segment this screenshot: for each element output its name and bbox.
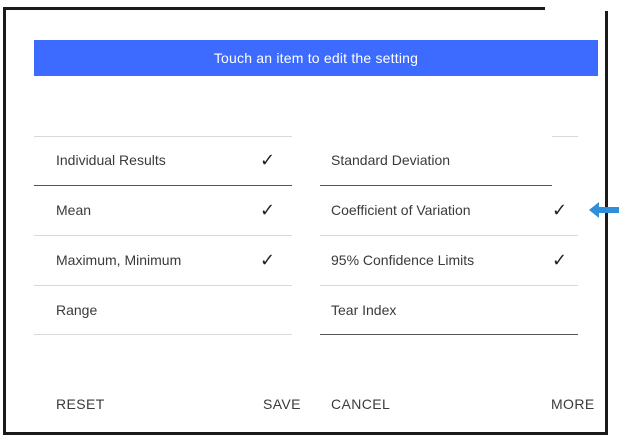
check-icon: ✓ xyxy=(260,150,276,170)
check-icon: ✓ xyxy=(260,200,276,220)
arrow-left-icon xyxy=(589,202,619,218)
check-icon: ✓ xyxy=(552,250,568,270)
setting-item-mean[interactable]: Mean ✓ xyxy=(34,186,292,235)
setting-label: Coefficient of Variation xyxy=(331,202,471,218)
frame-gap xyxy=(545,5,609,11)
setting-label: Maximum, Minimum xyxy=(56,252,182,268)
setting-item-standard-deviation[interactable]: Standard Deviation xyxy=(320,136,578,185)
reset-button[interactable]: RESET xyxy=(56,392,105,416)
check-icon: ✓ xyxy=(552,200,568,220)
save-button[interactable]: SAVE xyxy=(263,392,301,416)
setting-label: Individual Results xyxy=(56,152,166,168)
divider xyxy=(320,334,578,335)
more-button[interactable]: MORE xyxy=(551,392,595,416)
setting-item-maximum-minimum[interactable]: Maximum, Minimum ✓ xyxy=(34,236,292,285)
setting-item-tear-index[interactable]: Tear Index xyxy=(320,286,578,335)
setting-label: Mean xyxy=(56,202,92,218)
setting-item-range[interactable]: Range xyxy=(34,286,292,335)
setting-label: Standard Deviation xyxy=(331,152,451,168)
divider xyxy=(34,334,292,335)
setting-label: 95% Confidence Limits xyxy=(331,252,475,268)
setting-item-coefficient-of-variation[interactable]: Coefficient of Variation ✓ xyxy=(320,186,578,235)
setting-item-95-confidence-limits[interactable]: 95% Confidence Limits ✓ xyxy=(320,236,578,285)
check-icon: ✓ xyxy=(260,250,276,270)
cancel-button[interactable]: CANCEL xyxy=(331,392,390,416)
setting-label: Range xyxy=(56,302,98,318)
setting-item-individual-results[interactable]: Individual Results ✓ xyxy=(34,136,292,185)
instruction-banner: Touch an item to edit the setting xyxy=(34,40,598,76)
setting-label: Tear Index xyxy=(331,302,397,318)
